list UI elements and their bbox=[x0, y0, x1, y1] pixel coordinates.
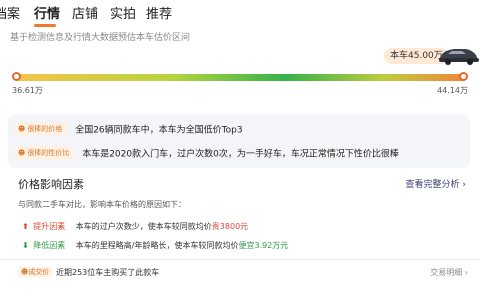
trade-details-link[interactable]: 交易明细 › bbox=[430, 267, 468, 278]
factor-up-row: ⬆ 提升因素 本车的过户次数少，使本车较同款均价贵3800元 bbox=[22, 221, 248, 232]
price-factors-description: 与同款二手车对比，影响本车价格的原因如下： bbox=[18, 200, 186, 209]
advantage-row-value: ☻ 很棒的性价比 本车是2020款入门车，过户次数0次，为一手好车，车况正常情况下… bbox=[14, 146, 399, 162]
arrow-down-icon: ⬇ bbox=[22, 241, 29, 250]
tab-store[interactable]: 店铺 bbox=[72, 3, 98, 22]
factor-down-text: 本车的里程略高/年龄略长，使本车较同款均价 bbox=[75, 241, 239, 250]
estimate-subtitle: 基于检测信息及行情大数据预估本车估价区间 bbox=[10, 33, 191, 43]
factor-down-row: ⬇ 降低因素 本车的里程略高/年龄略长，使本车较同款均价便宜3.92万元 bbox=[22, 240, 288, 251]
tab-photos[interactable]: 实拍 bbox=[110, 3, 136, 22]
gauge-max-marker bbox=[459, 72, 468, 81]
tab-market[interactable]: 行情 bbox=[34, 3, 60, 22]
factor-up-label: 提升因素 bbox=[33, 222, 66, 231]
factor-up-value: 贵3800元 bbox=[211, 222, 249, 231]
top-tabs: 档案 行情 店铺 实拍 推荐 bbox=[0, 0, 480, 28]
gauge-max-label: 44.14万 bbox=[437, 86, 468, 95]
active-tab-indicator bbox=[34, 24, 56, 27]
car-icon bbox=[439, 49, 479, 65]
price-factors-title: 价格影响因素 bbox=[18, 178, 84, 191]
advantage-tag: ☻ 很棒的性价比 bbox=[14, 146, 74, 160]
factor-down-label: 降低因素 bbox=[33, 241, 66, 250]
smile-icon: ☻ bbox=[18, 125, 26, 133]
factor-up-text: 本车的过户次数少，使本车较同款均价 bbox=[75, 222, 212, 231]
recent-trades-row[interactable]: ☻成交价 近期253位车主购买了此款车 交易明细 › bbox=[0, 259, 480, 282]
advantage-tag: ☻ 很棒的价格 bbox=[14, 122, 67, 136]
trade-price-badge: ☻成交价 bbox=[18, 267, 53, 277]
advantage-text: 全国26辆同款车中，本车为全国低价Top3 bbox=[75, 125, 243, 136]
arrow-up-icon: ⬆ bbox=[22, 222, 29, 231]
tab-recommend[interactable]: 推荐 bbox=[146, 3, 172, 22]
tab-archive[interactable]: 档案 bbox=[0, 3, 20, 22]
advantage-row-price: ☻ 很棒的价格 全国26辆同款车中，本车为全国低价Top3 bbox=[14, 122, 243, 138]
view-full-analysis-link[interactable]: 查看完整分析 › bbox=[406, 177, 466, 190]
factor-down-value: 便宜3.92万元 bbox=[238, 241, 289, 250]
smile-icon: ☻ bbox=[18, 149, 26, 157]
gauge-min-label: 36.61万 bbox=[12, 86, 43, 95]
price-range-gauge bbox=[14, 74, 466, 81]
recent-trades-text: 近期253位车主购买了此款车 bbox=[56, 268, 160, 277]
advantage-text: 本车是2020款入门车，过户次数0次，为一手好车，车况正常情况下性价比很棒 bbox=[82, 149, 399, 160]
gauge-min-marker bbox=[12, 72, 21, 81]
